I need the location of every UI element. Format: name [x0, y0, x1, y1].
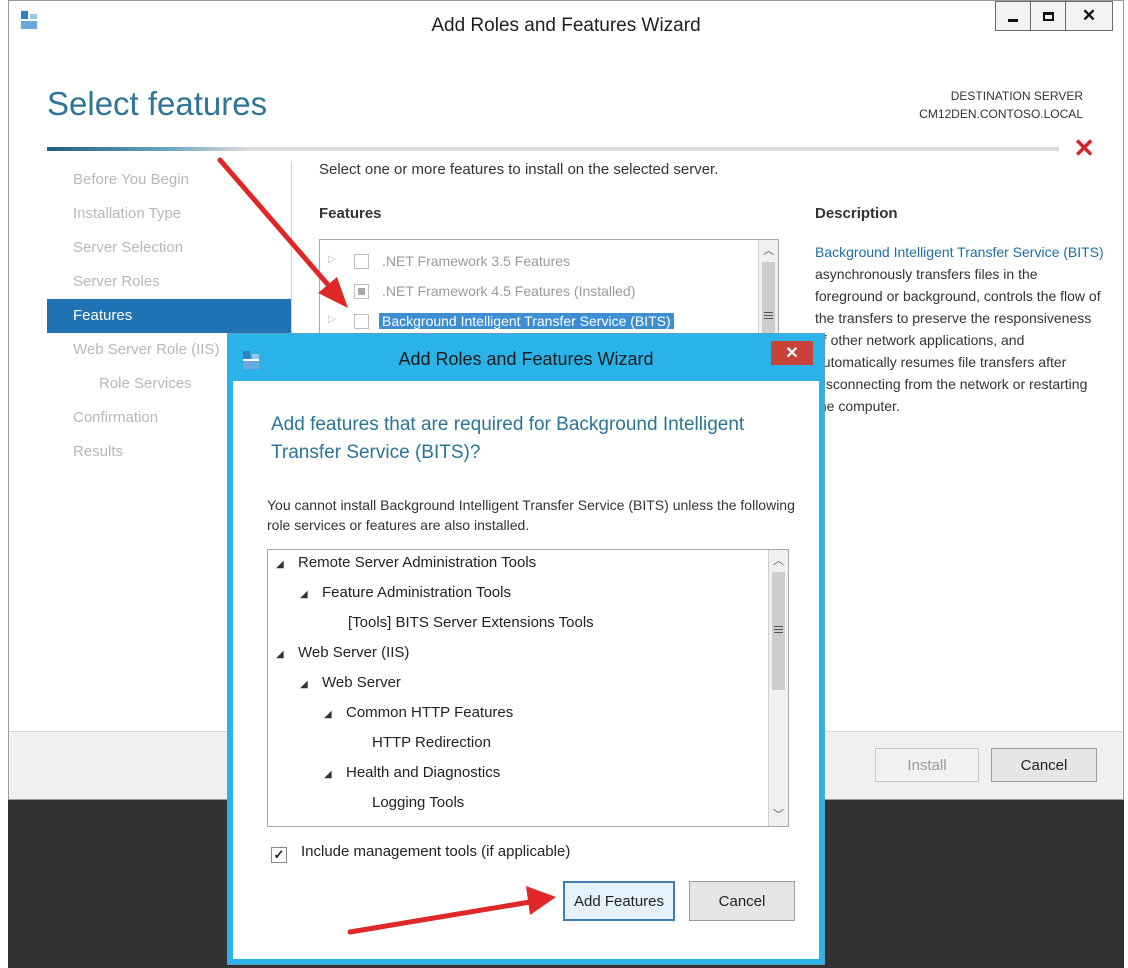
- features-heading: Features: [319, 205, 382, 222]
- destination-server: DESTINATION SERVER CM12DEN.CONTOSO.LOCAL: [919, 87, 1083, 123]
- feature-row[interactable]: .NET Framework 4.5 Features (Installed): [320, 278, 755, 306]
- collapse-icon[interactable]: ◢: [300, 589, 322, 600]
- list-item-label: [Tools] BITS Server Extensions Tools: [348, 614, 594, 631]
- cancel-button[interactable]: Cancel: [991, 748, 1097, 782]
- required-features-list[interactable]: ◢ Remote Server Administration Tools ◢ Fea…: [267, 549, 789, 827]
- feature-checkbox[interactable]: [354, 314, 369, 329]
- scroll-down-icon[interactable]: ﹀: [769, 806, 788, 824]
- list-item: [Tools] BITS Server Extensions Tools: [348, 614, 594, 642]
- list-item-label: Common HTTP Features: [346, 704, 514, 721]
- progress-rail: [47, 147, 1059, 151]
- feature-tree[interactable]: ▷ .NET Framework 3.5 Features .NET Frame…: [319, 239, 779, 339]
- list-item: ◢ Health and Diagnostics: [324, 764, 500, 792]
- scroll-up-icon[interactable]: ︿: [759, 242, 778, 260]
- list-item: ◢ Common HTTP Features: [324, 704, 513, 732]
- expand-icon[interactable]: ▷: [328, 314, 336, 325]
- feature-label: Background Intelligent Transfer Service …: [379, 313, 674, 329]
- include-mgmt-tools-row[interactable]: ✓ Include management tools (if applicable…: [271, 843, 570, 863]
- dialog-message: You cannot install Background Intelligen…: [267, 497, 795, 533]
- close-button[interactable]: ✕: [1065, 1, 1113, 31]
- feature-row[interactable]: ▷ .NET Framework 3.5 Features: [320, 248, 755, 276]
- collapse-icon[interactable]: ◢: [324, 709, 346, 720]
- install-button[interactable]: Install: [875, 748, 979, 782]
- error-x-icon[interactable]: ✕: [1073, 133, 1095, 164]
- dialog-close-button[interactable]: ✕: [771, 341, 813, 365]
- required-features-dialog: Add Roles and Features Wizard ✕ Add feat…: [228, 334, 824, 964]
- maximize-button[interactable]: [1030, 1, 1066, 31]
- nav-item-server-selection[interactable]: Server Selection: [47, 231, 291, 265]
- required-list-scrollbar[interactable]: ︿ ﹀: [768, 550, 788, 826]
- dialog-cancel-button[interactable]: Cancel: [689, 881, 795, 921]
- feature-scrollbar[interactable]: ︿: [758, 240, 778, 338]
- dialog-heading: Add features that are required for Backg…: [271, 414, 745, 463]
- dialog-title: Add Roles and Features Wizard: [398, 349, 654, 369]
- description-body: asynchronously transfers files in the fo…: [815, 266, 1101, 414]
- list-item: ◢ Remote Server Administration Tools: [276, 554, 536, 582]
- collapse-icon[interactable]: ◢: [276, 559, 298, 570]
- nav-item-server-roles[interactable]: Server Roles: [47, 265, 291, 299]
- description-heading: Description: [815, 205, 898, 222]
- instruction-text: Select one or more features to install o…: [319, 161, 719, 178]
- scroll-thumb[interactable]: [762, 262, 775, 338]
- list-item-label: Health and Diagnostics: [346, 764, 501, 781]
- add-features-button[interactable]: Add Features: [563, 881, 675, 921]
- collapse-icon[interactable]: ◢: [276, 649, 298, 660]
- main-window-title: Add Roles and Features Wizard: [431, 15, 701, 36]
- feature-checkbox[interactable]: [354, 254, 369, 269]
- feature-label: .NET Framework 4.5 Features (Installed): [382, 283, 636, 299]
- list-item-label: Web Server (IIS): [298, 644, 410, 661]
- nav-item-features[interactable]: Features: [47, 299, 291, 333]
- list-item-label: Remote Server Administration Tools: [298, 554, 537, 571]
- list-item-label: Logging Tools: [372, 794, 465, 811]
- nav-item-before-you-begin[interactable]: Before You Begin: [47, 163, 291, 197]
- list-item: ◢ Web Server (IIS): [276, 644, 409, 672]
- scroll-up-icon[interactable]: ︿: [769, 552, 788, 570]
- description-link[interactable]: Background Intelligent Transfer Service …: [815, 244, 1104, 260]
- minimize-icon: [1008, 18, 1018, 22]
- main-titlebar: Add Roles and Features Wizard ✕: [9, 1, 1123, 49]
- collapse-icon[interactable]: ◢: [300, 679, 322, 690]
- window-controls: ✕: [995, 1, 1113, 31]
- description-text: Background Intelligent Transfer Service …: [815, 241, 1105, 417]
- feature-label: .NET Framework 3.5 Features: [382, 253, 571, 269]
- maximize-icon: [1042, 11, 1054, 21]
- close-icon: ✕: [785, 345, 799, 362]
- dialog-titlebar: Add Roles and Features Wizard ✕: [233, 339, 819, 381]
- list-item-label: HTTP Redirection: [372, 734, 491, 751]
- list-item: ◢ Feature Administration Tools: [300, 584, 511, 612]
- minimize-button[interactable]: [995, 1, 1031, 31]
- list-item: ◢ Web Server: [300, 674, 401, 702]
- destination-server-name: CM12DEN.CONTOSO.LOCAL: [919, 107, 1083, 121]
- destination-label: DESTINATION SERVER: [950, 89, 1083, 103]
- feature-checkbox[interactable]: [354, 284, 369, 299]
- scroll-thumb[interactable]: [772, 572, 785, 690]
- list-item: HTTP Redirection: [372, 734, 491, 762]
- include-mgmt-tools-checkbox[interactable]: ✓: [271, 847, 287, 863]
- close-icon: ✕: [1081, 6, 1097, 25]
- expand-icon[interactable]: ▷: [328, 254, 336, 265]
- collapse-icon[interactable]: ◢: [324, 769, 346, 780]
- feature-row-selected[interactable]: ▷ Background Intelligent Transfer Servic…: [320, 308, 755, 336]
- list-item: Logging Tools: [372, 794, 464, 822]
- nav-item-installation-type[interactable]: Installation Type: [47, 197, 291, 231]
- page-title: Select features: [47, 85, 268, 122]
- list-item-label: Web Server: [322, 674, 401, 691]
- include-mgmt-tools-label: Include management tools (if applicable): [301, 843, 571, 860]
- list-item-label: Feature Administration Tools: [322, 584, 511, 601]
